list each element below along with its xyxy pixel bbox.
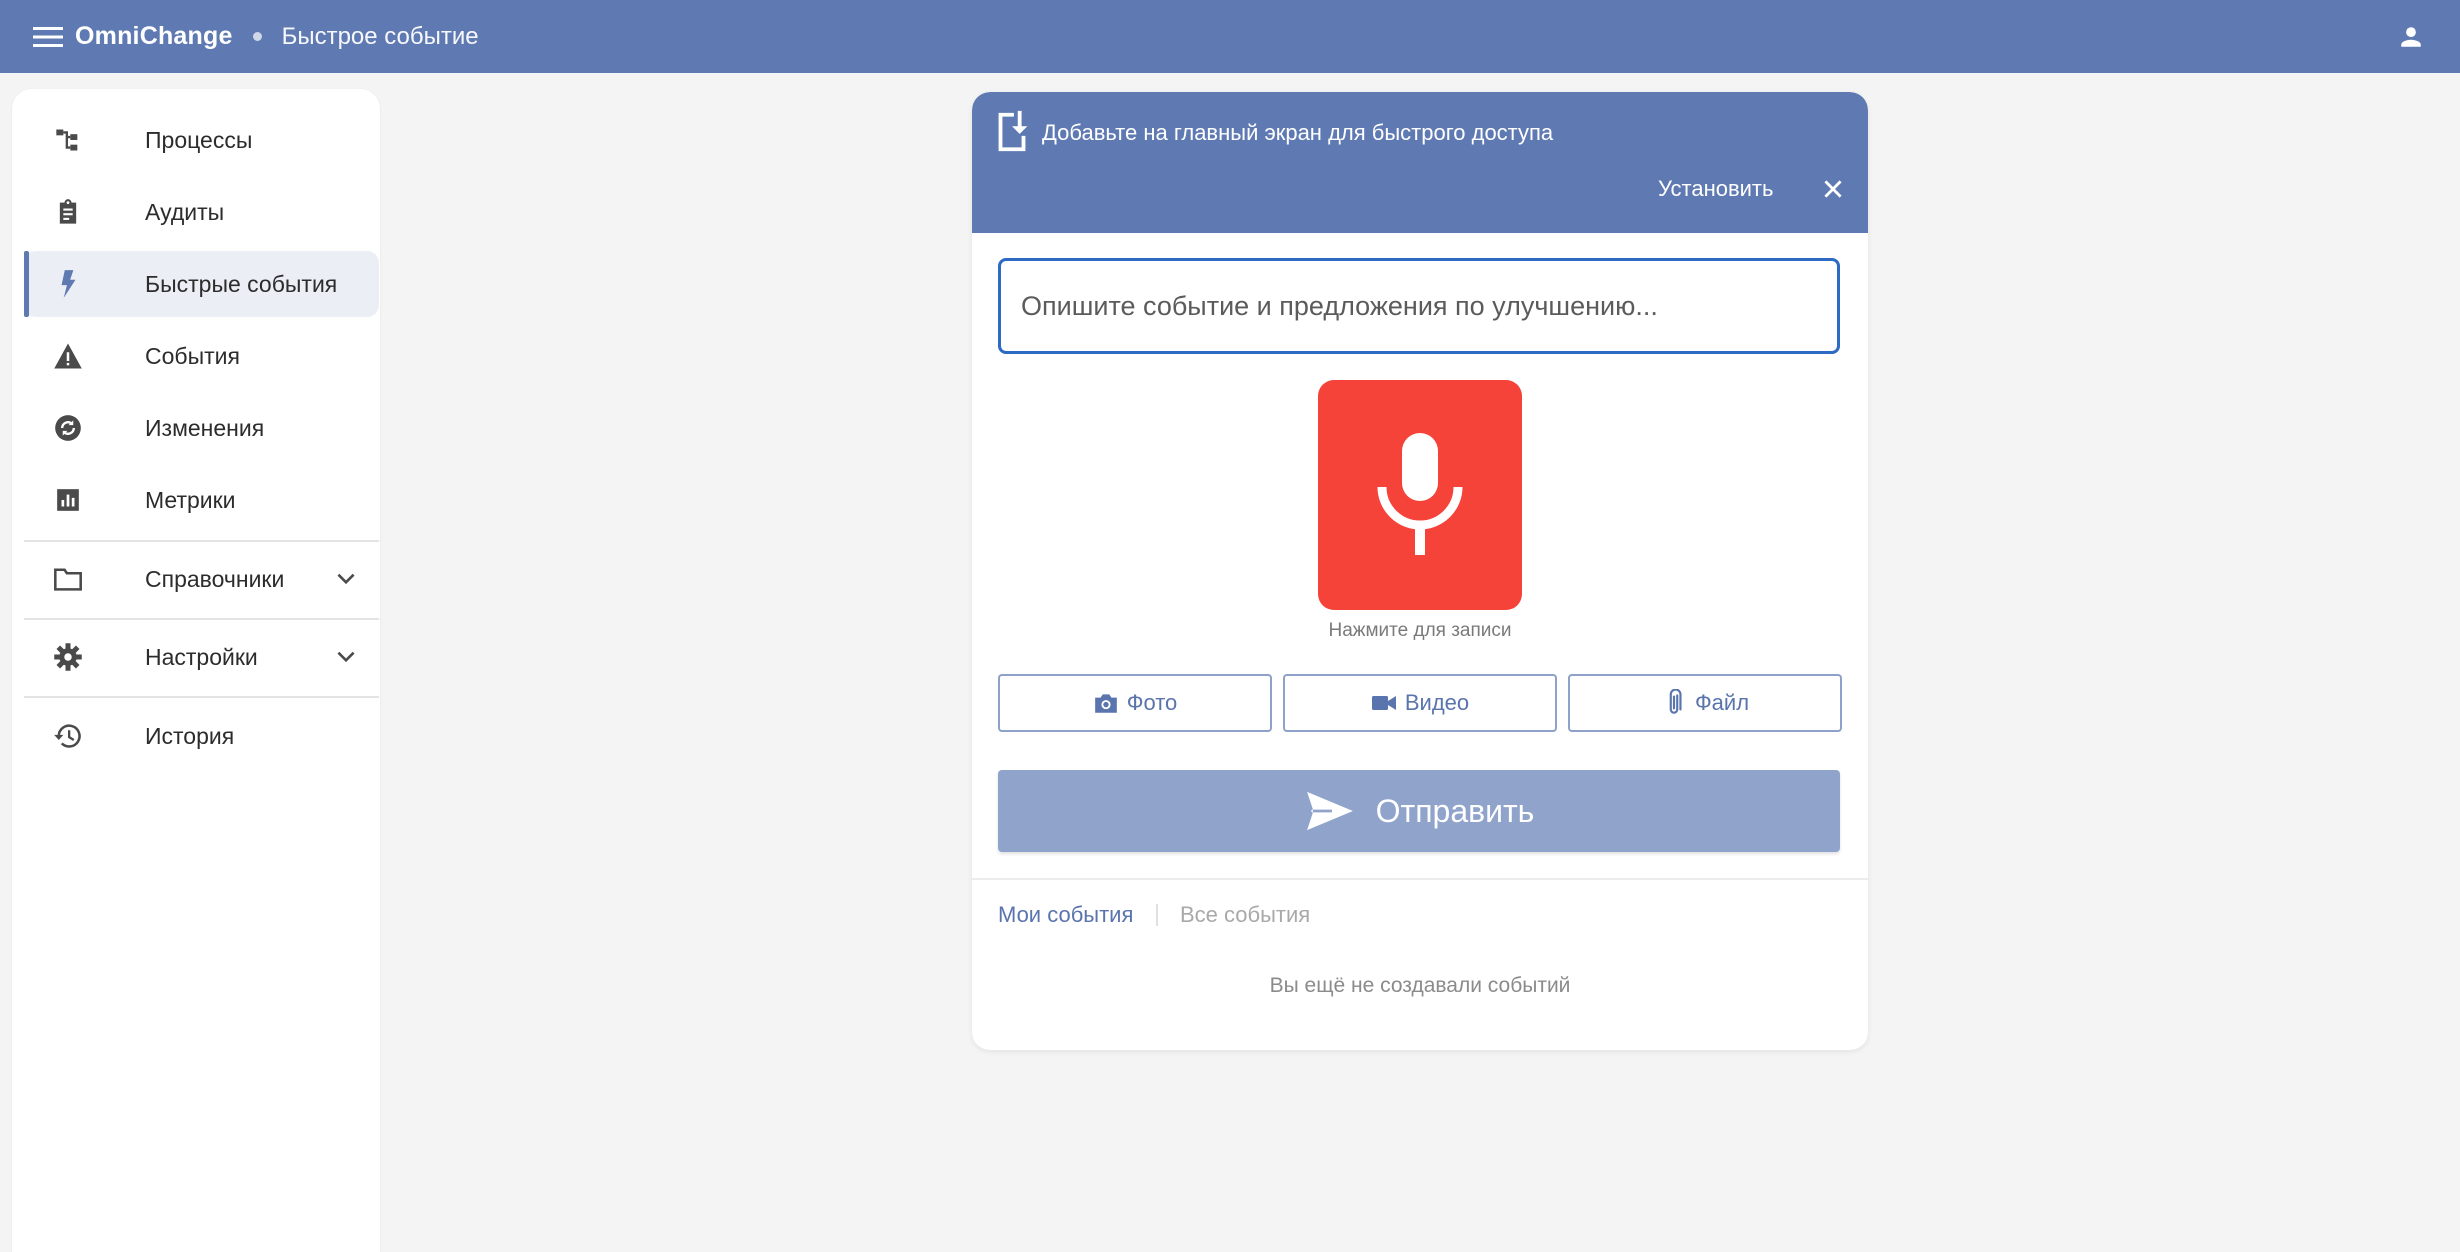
voice-record-button[interactable] <box>1318 380 1522 610</box>
sidebar-item-metrics[interactable]: Метрики <box>24 467 379 533</box>
sidebar-item-history[interactable]: История <box>24 703 379 769</box>
tab-all-events[interactable]: Все события <box>1180 902 1310 928</box>
install-button[interactable]: Установить <box>1658 176 1773 202</box>
sidebar-item-label: События <box>145 342 240 369</box>
history-icon <box>52 720 84 752</box>
sidebar-item-events[interactable]: События <box>24 323 379 389</box>
attach-photo-button[interactable]: Фото <box>998 674 1272 732</box>
chart-icon <box>52 484 84 516</box>
menu-button[interactable] <box>31 20 65 54</box>
install-banner: Добавьте на главный экран для быстрого д… <box>972 92 1868 233</box>
breadcrumb-separator <box>252 32 262 41</box>
voice-record-hint: Нажмите для записи <box>1328 620 1512 641</box>
install-to-home-icon <box>998 110 1028 152</box>
breadcrumb-current-page: Быстрое событие <box>281 22 479 50</box>
tab-my-events[interactable]: Мои события <box>998 902 1133 928</box>
sidebar-divider <box>24 696 379 698</box>
send-icon <box>1306 791 1353 831</box>
sidebar-item-label: Процессы <box>145 126 253 153</box>
sidebar: Процессы Аудиты Быстрые события События … <box>12 89 380 1252</box>
sidebar-item-changes[interactable]: Изменения <box>24 395 379 461</box>
app-brand[interactable]: OmniChange <box>75 22 233 51</box>
sidebar-item-processes[interactable]: Процессы <box>24 107 379 173</box>
sidebar-item-label: Аудиты <box>145 198 225 225</box>
card-divider <box>972 878 1868 880</box>
attach-file-label: Файл <box>1694 690 1750 715</box>
close-icon[interactable] <box>1820 176 1846 202</box>
sync-icon <box>52 412 84 444</box>
user-icon <box>2401 27 2421 47</box>
sidebar-item-label: Настройки <box>145 643 258 670</box>
top-app-bar: OmniChange Быстрое событие <box>0 0 2460 73</box>
event-description-input[interactable] <box>998 258 1840 354</box>
chevron-down-icon[interactable] <box>333 644 359 670</box>
sidebar-item-settings[interactable]: Настройки <box>24 624 379 690</box>
gear-icon <box>52 641 84 673</box>
sidebar-item-audits[interactable]: Аудиты <box>24 179 379 245</box>
sidebar-item-quick-events[interactable]: Быстрые события <box>24 251 379 317</box>
empty-state-text: Вы ещё не создавали событий <box>1269 974 1571 997</box>
sidebar-item-references[interactable]: Справочники <box>24 546 379 612</box>
quick-event-card: Добавьте на главный экран для быстрого д… <box>972 92 1868 1050</box>
tab-separator <box>1156 904 1158 926</box>
clipboard-icon <box>52 196 84 228</box>
sidebar-divider <box>24 618 379 620</box>
attach-video-button[interactable]: Видео <box>1283 674 1557 732</box>
sidebar-item-label: История <box>145 722 235 749</box>
bolt-icon <box>52 268 84 300</box>
sidebar-item-label: Быстрые события <box>145 270 338 297</box>
sidebar-item-label: Изменения <box>145 414 265 441</box>
warning-icon <box>52 340 84 372</box>
send-button[interactable]: Отправить <box>998 770 1840 852</box>
folder-icon <box>52 563 84 595</box>
sidebar-divider <box>24 540 379 542</box>
user-account-button[interactable] <box>2392 18 2430 56</box>
paperclip-icon <box>1661 689 1687 716</box>
install-banner-text: Добавьте на главный экран для быстрого д… <box>1042 120 1554 145</box>
chevron-down-icon[interactable] <box>333 566 359 592</box>
sidebar-item-label: Метрики <box>145 486 236 513</box>
attach-video-label: Видео <box>1404 690 1470 715</box>
hamburger-icon <box>33 26 63 47</box>
send-button-label: Отправить <box>1375 792 1535 829</box>
attach-photo-label: Фото <box>1126 690 1178 715</box>
microphone-icon <box>1377 433 1463 555</box>
video-camera-icon <box>1371 690 1397 716</box>
sidebar-item-label: Справочники <box>145 565 285 592</box>
camera-icon <box>1093 690 1119 716</box>
process-tree-icon <box>52 124 84 156</box>
attach-file-button[interactable]: Файл <box>1568 674 1842 732</box>
